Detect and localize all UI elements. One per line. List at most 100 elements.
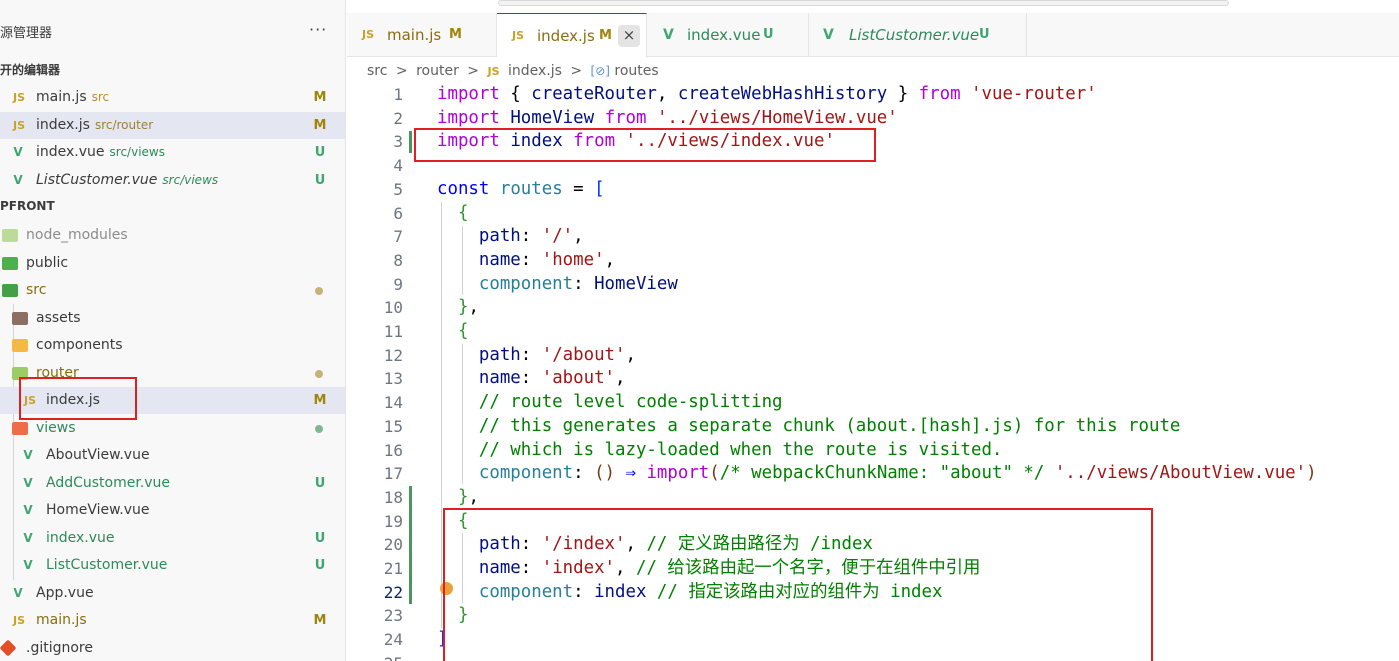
modified-dot [315,287,323,295]
vue-file-icon: V [823,27,834,43]
tree-file[interactable]: V AboutView.vue [0,442,345,469]
close-icon[interactable]: × [618,25,640,47]
src-folder-icon [2,284,18,297]
code-token: 'about' [541,368,616,389]
breadcrumb-item[interactable]: routes [614,63,658,79]
highlight-box [19,377,137,420]
code-token: '/about' [541,344,626,365]
line-number: 22 [383,582,403,602]
tab-listcustomer-vue[interactable]: V ListCustomer.vue U [809,13,1027,57]
highlight-box [443,508,1153,661]
tree-file[interactable]: .gitignore [0,635,345,661]
code-line[interactable]: // route level code-splitting [437,391,783,415]
breadcrumb: src > router > JS index.js > [⊘] routes [367,60,663,82]
code-token: 'vue-router' [971,84,1097,104]
code-token: : [520,344,542,365]
code-line[interactable]: // this generates a separate chunk (abou… [437,415,1181,439]
tree-file[interactable]: V AddCustomer.vue U [0,470,345,497]
tree-folder-components[interactable]: components [0,332,345,359]
file-name: HomeView.vue [46,502,150,518]
code-token: path [478,344,521,365]
project-header[interactable]: PFRONT [0,199,55,213]
line-number: 24 [383,630,403,650]
code-line[interactable]: // which is lazy-loaded when the route i… [437,439,1003,463]
code-line[interactable]: component: HomeView [437,273,678,297]
code-line[interactable]: import { createRouter, createWebHashHist… [437,84,1097,107]
code-token: component [478,273,574,294]
code-line[interactable]: name: 'about', [437,367,626,391]
code-editor[interactable]: 1234567891011121314151617181920212223242… [347,84,1399,661]
tree-file[interactable]: JS main.js M [0,607,345,634]
code-line[interactable]: }, [437,296,479,320]
code-token: { [457,202,469,223]
breadcrumb-item[interactable]: src [367,63,387,79]
code-line[interactable]: path: '/about', [437,344,636,368]
tab-label: main.js [387,26,442,44]
code-token: // which is lazy-loaded when the route i… [478,439,1003,460]
code-token: createWebHashHistory [677,84,888,104]
vue-file-icon: V [23,503,33,517]
code-token: createRouter [531,84,657,104]
title-scrollbar[interactable] [498,0,1229,6]
open-editor-item[interactable]: V index.vue src/views U [0,139,345,166]
views-folder-icon [12,422,28,435]
open-editor-item-active[interactable]: JS index.js src/router M [0,112,345,139]
vue-file-icon: V [13,145,23,159]
line-number: 1 [393,85,403,104]
modified-badge: M [313,118,327,133]
breadcrumb-item[interactable]: index.js [508,63,562,79]
code-token: component [478,463,574,484]
modified-badge: M [313,90,327,105]
tab-main-js[interactable]: JS main.js M [347,13,497,57]
breadcrumb-item[interactable]: router [416,63,459,79]
vue-file-icon: V [13,586,23,600]
open-editor-item[interactable]: V ListCustomer.vue src/views U [0,167,345,194]
tree-folder-src[interactable]: src [0,277,345,304]
tree-file[interactable]: V ListCustomer.vue U [0,552,345,579]
modified-badge: M [313,613,327,628]
tab-index-vue[interactable]: V index.vue U [647,13,809,57]
tree-folder-assets[interactable]: assets [0,305,345,332]
vue-file-icon: V [23,531,33,545]
untracked-badge: U [314,476,326,491]
code-line[interactable]: path: '/', [437,225,584,249]
untracked-dot [315,425,323,433]
code-token: // this generates a separate chunk (abou… [478,415,1181,436]
tree-file[interactable]: V App.vue [0,580,345,607]
more-actions-icon[interactable]: ··· [309,20,327,39]
tree-folder-public[interactable]: public [0,250,345,277]
code-line[interactable]: }, [437,486,479,510]
tree-folder-node-modules[interactable]: node_modules [0,222,345,249]
git-icon [0,639,17,657]
code-line[interactable]: component: () ⇒ import(/* webpackChunkNa… [437,462,1317,486]
modified-dot [315,370,323,378]
modified-badge: M [449,27,462,42]
vue-file-icon: V [23,448,33,462]
file-name: index.vue [36,144,105,160]
tree-file[interactable]: V index.vue U [0,525,345,552]
code-token: } [457,486,469,507]
code-token: /* webpackChunkName: "about" */ [719,463,1045,484]
line-number: 21 [383,559,403,578]
code-line[interactable]: name: 'home', [437,249,615,273]
line-number: 17 [383,464,403,484]
tab-bar: JS main.js M JS index.js M × V index.vue… [347,13,1399,58]
open-editors-header[interactable]: 开的编辑器 [0,61,60,78]
code-token: [ [594,178,605,199]
explorer-title: 源管理器 [0,26,53,41]
code-token: , [604,249,616,270]
code-token: from [604,107,647,128]
tree-file[interactable]: V HomeView.vue [0,497,345,524]
open-editor-item[interactable]: JS main.js src M [0,84,345,111]
code-line[interactable]: const routes = [ [437,178,605,202]
tab-index-js[interactable]: JS index.js M × [497,13,647,58]
code-line[interactable]: import HomeView from '../views/HomeView.… [437,107,898,131]
folder-name: src [26,282,47,298]
